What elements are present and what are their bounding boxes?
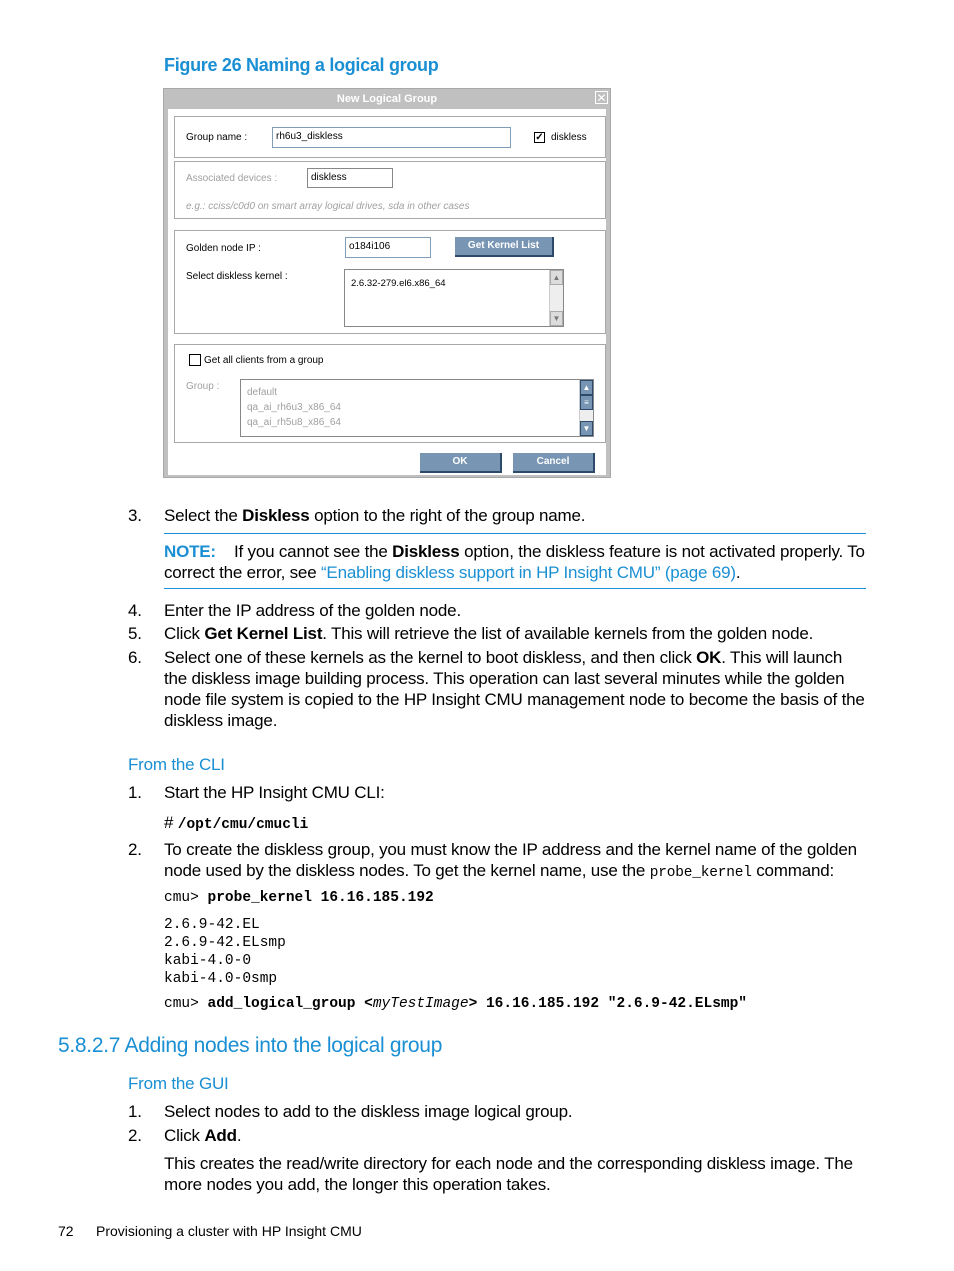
cross-reference-link[interactable]: “Enabling diskless support in HP Insight… <box>321 563 736 582</box>
output-line: kabi-4.0-0smp <box>164 971 278 987</box>
kernel-list[interactable]: 2.6.32-279.el6.x86_64 ▲ ▼ <box>344 269 564 327</box>
group-label: Group : <box>186 381 220 392</box>
page-number: 72 <box>58 1223 74 1239</box>
command: /opt/cmu/cmucli <box>177 817 309 833</box>
group-name-input[interactable]: rh6u3_diskless <box>272 127 511 148</box>
command-placeholder: myTestImage <box>372 996 469 1012</box>
scroll-down-icon[interactable]: ▼ <box>550 311 563 326</box>
text: Select the <box>164 506 243 525</box>
note-rule-bottom <box>164 588 866 589</box>
group-name-panel: Group name : rh6u3_diskless ✓ diskless <box>174 116 606 158</box>
kernel-panel: Golden node IP : o184i106 Get Kernel Lis… <box>174 230 606 334</box>
step-number: 1. <box>128 783 142 802</box>
step-text: Click Add. <box>164 1125 869 1146</box>
ok-button[interactable]: OK <box>420 453 502 473</box>
bold-text: OK <box>696 648 722 667</box>
text: option to the right of the group name. <box>309 506 586 525</box>
command: add_logical_group < <box>207 996 373 1012</box>
code-line: cmu> probe_kernel 16.16.185.192 <box>164 890 434 906</box>
step-number: 6. <box>128 648 142 667</box>
step-number: 1. <box>128 1102 142 1121</box>
step-text: Enter the IP address of the golden node. <box>164 601 461 620</box>
select-kernel-label: Select diskless kernel : <box>186 271 288 282</box>
group-name-label: Group name : <box>186 132 248 143</box>
get-kernel-list-button[interactable]: Get Kernel List <box>455 237 554 257</box>
group-list[interactable]: default qa_ai_rh6u3_x86_64 qa_ai_rh5u8_x… <box>240 379 594 437</box>
group-list-item[interactable]: qa_ai_rh5u8_x86_64 <box>247 417 341 428</box>
text: . This will retrieve the list of availab… <box>322 624 814 643</box>
associated-devices-panel: Associated devices : diskless e.g.: ccis… <box>174 161 606 219</box>
get-all-clients-checkbox[interactable] <box>189 354 201 366</box>
close-icon[interactable]: ✕ <box>595 91 608 104</box>
new-logical-group-dialog: New Logical Group ✕ Group name : rh6u3_d… <box>163 88 611 478</box>
associated-devices-hint: e.g.: cciss/c0d0 on smart array logical … <box>186 201 470 212</box>
get-all-clients-label: Get all clients from a group <box>204 355 324 366</box>
step-text: Select one of these kernels as the kerne… <box>164 647 869 731</box>
step-text: Select the Diskless option to the right … <box>164 505 869 526</box>
text: Click <box>164 624 205 643</box>
text: . <box>735 563 741 582</box>
bold-text: Diskless <box>242 506 310 525</box>
step-text: Select nodes to add to the diskless imag… <box>164 1102 573 1121</box>
text: . <box>236 1126 242 1145</box>
scroll-thumb-icon[interactable]: ≡ <box>580 395 593 410</box>
text: If you cannot see the <box>233 542 393 561</box>
command-output: 2.6.9-42.EL 2.6.9-42.ELsmp kabi-4.0-0 ka… <box>164 916 286 988</box>
bold-text: Get Kernel List <box>204 624 323 643</box>
prompt: # <box>164 813 178 832</box>
bold-text: Diskless <box>392 542 460 561</box>
kernel-scrollbar[interactable]: ▲ ▼ <box>549 270 563 326</box>
step-number: 3. <box>128 506 142 525</box>
cli-heading: From the CLI <box>128 755 225 774</box>
scroll-down-icon[interactable]: ▼ <box>580 421 593 436</box>
group-list-item[interactable]: default <box>247 387 277 398</box>
step-text: Start the HP Insight CMU CLI: <box>164 783 385 802</box>
diskless-checkbox[interactable]: ✓ <box>534 132 545 143</box>
step-number: 4. <box>128 601 142 620</box>
prompt: cmu> <box>164 996 199 1012</box>
section-heading: 5.8.2.7 Adding nodes into the logical gr… <box>58 1034 443 1057</box>
step-number: 2. <box>128 1126 142 1145</box>
associated-devices-input[interactable]: diskless <box>307 168 393 188</box>
step-text: To create the diskless group, you must k… <box>164 839 869 884</box>
text: Select one of these kernels as the kerne… <box>164 648 697 667</box>
associated-devices-label: Associated devices : <box>186 173 278 184</box>
step-number: 5. <box>128 624 142 643</box>
scroll-up-icon[interactable]: ▲ <box>550 270 563 285</box>
group-list-item[interactable]: qa_ai_rh6u3_x86_64 <box>247 402 341 413</box>
inline-code: probe_kernel <box>649 865 752 881</box>
clients-group-panel: Get all clients from a group Group : def… <box>174 344 606 443</box>
text: command: <box>751 861 835 880</box>
code-line: cmu> add_logical_group <myTestImage> 16.… <box>164 996 747 1012</box>
cancel-button[interactable]: Cancel <box>513 453 595 473</box>
command: > 16.16.185.192 "2.6.9-42.ELsmp" <box>468 996 748 1012</box>
kernel-list-item[interactable]: 2.6.32-279.el6.x86_64 <box>351 278 446 289</box>
footer-title: Provisioning a cluster with HP Insight C… <box>96 1223 362 1239</box>
command: probe_kernel 16.16.185.192 <box>207 890 434 906</box>
golden-node-ip-label: Golden node IP : <box>186 243 261 254</box>
scroll-up-icon[interactable]: ▲ <box>580 380 593 395</box>
golden-node-ip-input[interactable]: o184i106 <box>345 237 431 258</box>
output-line: 2.6.9-42.EL <box>164 917 260 933</box>
group-scrollbar[interactable]: ▲ ≡ ▼ <box>579 380 593 436</box>
output-line: kabi-4.0-0 <box>164 953 252 969</box>
bold-text: Add <box>204 1126 237 1145</box>
figure-caption: Figure 26 Naming a logical group <box>164 55 439 75</box>
paragraph: This creates the read/write directory fo… <box>164 1154 853 1194</box>
step-number: 2. <box>128 840 142 859</box>
output-line: 2.6.9-42.ELsmp <box>164 935 286 951</box>
dialog-body: Group name : rh6u3_diskless ✓ diskless A… <box>168 109 606 475</box>
gui-heading: From the GUI <box>128 1074 229 1093</box>
prompt: cmu> <box>164 890 199 906</box>
note-label: NOTE: <box>164 542 216 561</box>
text: Click <box>164 1126 205 1145</box>
diskless-checkbox-label: diskless <box>551 132 587 143</box>
code-line: # /opt/cmu/cmucli <box>164 812 308 833</box>
step-text: Click Get Kernel List. This will retriev… <box>164 623 869 644</box>
dialog-title: New Logical Group <box>164 89 610 109</box>
note-rule-top <box>164 533 866 534</box>
note: NOTE: If you cannot see the Diskless opt… <box>164 541 869 583</box>
